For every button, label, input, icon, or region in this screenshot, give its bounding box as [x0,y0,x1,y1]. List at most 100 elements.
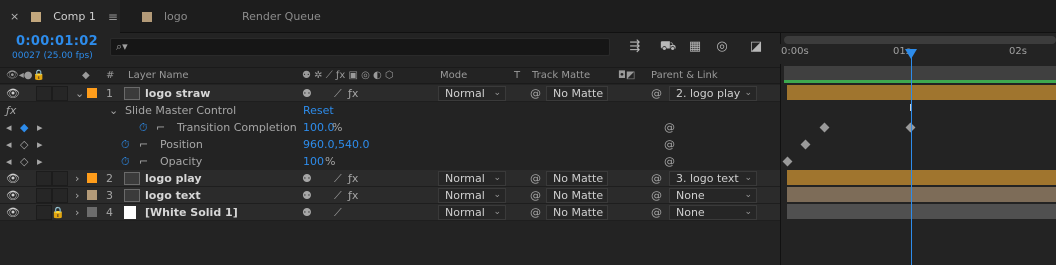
layer-name[interactable]: logo play [145,170,202,187]
stopwatch-icon[interactable]: ⏱ [139,119,148,136]
solo-switch[interactable] [36,171,52,186]
layer-bar-2[interactable] [787,170,1056,185]
next-keyframe-icon[interactable]: ▸ [37,119,43,136]
work-area-bar[interactable] [784,66,1056,80]
graph-icon[interactable]: ⌐ [139,153,148,170]
add-keyframe-icon[interactable]: ◇ [20,153,28,170]
parent-dropdown[interactable]: 2. logo play ⌄ [669,86,757,101]
chevron-down-icon[interactable]: ⌄ [75,85,84,102]
visibility-eye-icon[interactable]: 👁 [6,187,20,204]
mode-dropdown[interactable]: Normal ⌄ [438,205,506,220]
effect-name[interactable]: Slide Master Control [125,102,236,119]
layer-row-1[interactable]: 👁 ⌄ 1 logo straw ⚉ ⟋ ƒx Normal ⌄ @ No Mat… [0,85,780,102]
shy-switch-icon[interactable]: ⚉ [302,170,312,187]
quality-switch-icon[interactable]: ⟋ [334,85,342,102]
layer-bar-3[interactable] [787,187,1056,202]
pick-whip-icon[interactable]: @ [651,170,662,187]
layer-row-2[interactable]: 👁 › 2 logo play ⚉ ⟋ ƒx Normal ⌄ @ No Matt… [0,170,780,187]
shy-layers-icon[interactable]: ⛟ [658,38,678,56]
visibility-eye-icon[interactable]: 👁 [6,204,20,221]
pick-whip-icon[interactable]: @ [651,187,662,204]
layer-bar-1[interactable] [787,85,1056,100]
close-icon[interactable]: × [10,10,19,23]
time-navigator[interactable] [784,36,1056,44]
track-matte-dropdown[interactable]: No Matte [546,171,608,186]
graph-icon[interactable]: ⌐ [156,119,165,136]
mode-dropdown[interactable]: Normal ⌄ [438,86,506,101]
track-matte-dropdown[interactable]: No Matte [546,188,608,203]
shy-switch-icon[interactable]: ⚉ [302,85,312,102]
pick-whip-icon[interactable]: @ [664,153,675,170]
lock-switch[interactable] [52,188,68,203]
add-keyframe-icon[interactable]: ◆ [20,119,28,136]
effect-switch-icon[interactable]: ƒx [348,170,358,187]
chevron-right-icon[interactable]: › [75,170,79,187]
chevron-right-icon[interactable]: › [75,204,79,221]
panel-menu-icon[interactable]: ≡ [108,10,118,24]
visibility-eye-icon[interactable]: 👁 [6,170,20,187]
next-keyframe-icon[interactable]: ▸ [37,153,43,170]
layer-row-4[interactable]: 👁 🔒 › 4 [White Solid 1] ⚉ ⟋ Normal ⌄ @ No… [0,204,780,221]
motion-blur-icon[interactable]: ◎ [712,38,732,56]
parent-dropdown[interactable]: None ⌄ [669,188,757,203]
shy-switch-icon[interactable]: ⚉ [302,204,312,221]
property-value[interactable]: 100.0 [303,119,335,136]
chevron-down-icon[interactable]: ⌄ [109,102,118,119]
label-color-swatch[interactable] [87,88,97,98]
stopwatch-icon[interactable]: ⏱ [121,136,130,153]
pick-whip-icon[interactable]: @ [664,136,675,153]
lock-switch[interactable] [52,86,68,101]
tab-render-queue[interactable]: Render Queue [242,0,342,33]
layer-name-header[interactable]: Layer Name [128,70,189,81]
tab-logo[interactable]: logo [142,0,222,33]
visibility-eye-icon[interactable]: 👁 [6,85,20,102]
parent-dropdown[interactable]: None ⌄ [669,205,757,220]
layer-name[interactable]: logo straw [145,85,210,102]
chevron-right-icon[interactable]: › [75,187,79,204]
solo-switch[interactable] [36,188,52,203]
solo-switch[interactable] [36,86,52,101]
prev-keyframe-icon[interactable]: ◂ [6,136,12,153]
search-input[interactable]: ⌕▾ [110,38,610,56]
reset-link[interactable]: Reset [303,102,334,119]
prev-keyframe-icon[interactable]: ◂ [6,153,12,170]
label-color-swatch[interactable] [87,207,97,217]
label-color-swatch[interactable] [87,190,97,200]
property-value[interactable]: 100 [303,153,324,170]
matte-link-icon[interactable]: @ [530,85,541,102]
label-color-swatch[interactable] [87,173,97,183]
playhead-handle[interactable] [905,49,917,59]
layer-name[interactable]: logo text [145,187,201,204]
mode-dropdown[interactable]: Normal ⌄ [438,188,506,203]
effect-switch-icon[interactable]: ƒx [348,85,358,102]
track-matte-dropdown[interactable]: No Matte [546,86,608,101]
parent-dropdown[interactable]: 3. logo text ⌄ [669,171,757,186]
matte-link-icon[interactable]: @ [530,187,541,204]
add-keyframe-icon[interactable]: ◇ [20,136,28,153]
lock-switch[interactable] [52,171,68,186]
pick-whip-icon[interactable]: @ [651,204,662,221]
property-value[interactable]: 960.0,540.0 [303,136,369,153]
quality-switch-icon[interactable]: ⟋ [334,204,342,221]
graph-editor-icon[interactable]: ◪ [746,38,766,56]
draft-3d-icon[interactable]: ⇶ [625,38,645,56]
solo-switch[interactable] [36,205,52,220]
tab-comp-1[interactable]: × Comp 1 ≡ [0,0,120,33]
matte-link-icon[interactable]: @ [530,204,541,221]
graph-icon[interactable]: ⌐ [139,136,148,153]
prev-keyframe-icon[interactable]: ◂ [6,119,12,136]
layer-bar-4[interactable] [787,204,1056,219]
layer-name[interactable]: [White Solid 1] [145,204,238,221]
matte-link-icon[interactable]: @ [530,170,541,187]
next-keyframe-icon[interactable]: ▸ [37,136,43,153]
quality-switch-icon[interactable]: ⟋ [334,187,342,204]
mode-dropdown[interactable]: Normal ⌄ [438,171,506,186]
shy-switch-icon[interactable]: ⚉ [302,187,312,204]
lock-icon[interactable]: 🔒 [51,204,65,221]
stopwatch-icon[interactable]: ⏱ [121,153,130,170]
pick-whip-icon[interactable]: @ [664,119,675,136]
layer-row-3[interactable]: 👁 › 3 logo text ⚉ ⟋ ƒx Normal ⌄ @ No Matt… [0,187,780,204]
track-matte-dropdown[interactable]: No Matte [546,205,608,220]
frame-blending-icon[interactable]: ▦ [685,38,705,56]
effect-switch-icon[interactable]: ƒx [348,187,358,204]
